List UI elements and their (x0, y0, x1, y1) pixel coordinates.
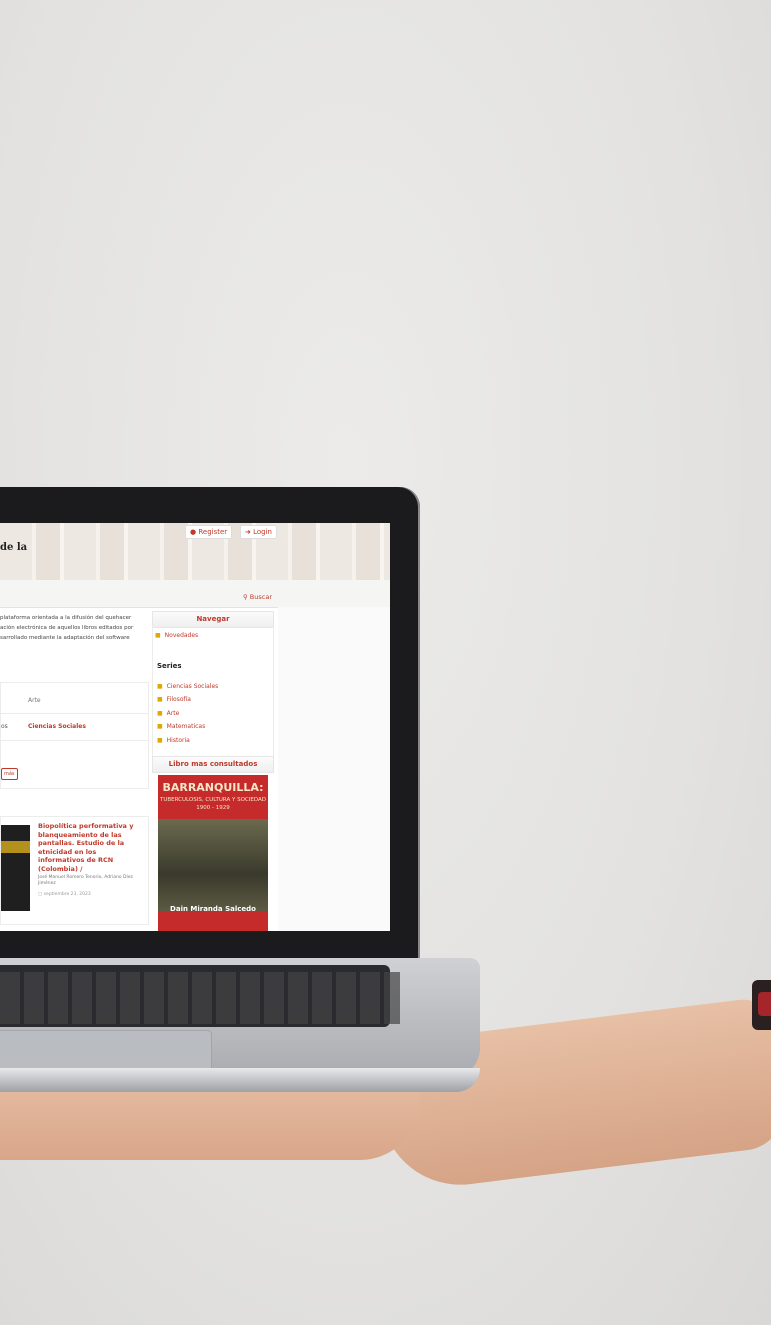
register-label: Register (198, 528, 228, 536)
intro-line: sarrollado mediante la adaptación del so… (0, 635, 130, 641)
search-icon: ⚲ (242, 593, 248, 601)
toolbar (0, 580, 390, 608)
sidebar: Navegar ■ Novedades Series ■ Ciencias Soci… (152, 611, 274, 931)
nav-label: Novedades (164, 632, 199, 639)
popular-book-cover[interactable]: BARRANQUILLA: TUBERCULOSIS, CULTURA Y SO… (158, 775, 268, 931)
series-label: Historia (166, 737, 190, 744)
cover-years: 1900 - 1929 (196, 805, 230, 811)
book-thumbnail[interactable] (1, 825, 30, 911)
register-button[interactable]: ● Register (185, 525, 233, 539)
book-date: ▢ septiembre 23, 2023 (38, 892, 91, 897)
book-card[interactable]: Biopolítica performativa y blanqueamient… (0, 816, 149, 925)
user-icon: ● (190, 528, 197, 536)
popular-heading: Libro mas consultados (152, 756, 274, 773)
book-date-text: septiembre 23, 2023 (43, 892, 91, 897)
series-link-ciencias-sociales[interactable]: Ciencias Sociales (28, 723, 86, 730)
bookmark-icon: ■ (157, 683, 163, 690)
series-column-header: Arte (28, 697, 41, 704)
cover-title: BARRANQUILLA: (162, 781, 264, 794)
bookmark-icon: ■ (157, 737, 163, 744)
bookmark-icon: ■ (155, 632, 161, 639)
book-authors: José Manuel Romero Tenorio, Adriano Díez… (38, 875, 133, 886)
book-title[interactable]: Biopolítica performativa y blanqueamient… (38, 822, 143, 873)
nav-heading: Navegar (152, 611, 274, 628)
nav-novedades[interactable]: ■ Novedades (155, 632, 198, 639)
login-button[interactable]: ➜ Login (240, 525, 277, 539)
intro-text: plataforma orientada a la difusión del q… (0, 613, 148, 643)
keyboard-keys (0, 972, 400, 1024)
intro-line: plataforma orientada a la difusión del q… (0, 615, 132, 621)
login-label: Login (253, 528, 272, 536)
series-item-arte[interactable]: ■ Arte (157, 710, 179, 717)
series-cell: os (1, 723, 8, 730)
cover-illustration (158, 819, 268, 911)
intro-line: ación electrónica de aquellos libros edi… (0, 625, 134, 631)
series-card: Arte os Ciencias Sociales más (0, 682, 149, 789)
login-icon: ➜ (245, 528, 251, 536)
bookmark-icon: ■ (157, 710, 163, 717)
laptop-screen: de la ● Register ➜ Login ⚲ Buscar plataf… (0, 523, 390, 931)
series-item-matematicas[interactable]: ■ Matematicas (157, 723, 205, 730)
cover-author: Dain Miranda Salcedo (170, 905, 256, 913)
bookmark-icon: ■ (157, 696, 163, 703)
calendar-icon: ▢ (38, 892, 43, 897)
bookmark-icon: ■ (157, 723, 163, 730)
laptop-front-edge (0, 1068, 480, 1092)
series-item-filosofia[interactable]: ■ Filosofía (157, 696, 191, 703)
right-blank-area (278, 607, 390, 931)
series-label: Matematicas (166, 723, 206, 730)
card-divider (1, 713, 148, 714)
series-label: Filosofía (166, 696, 191, 703)
card-divider (1, 740, 148, 741)
watch-detail (758, 992, 771, 1016)
series-label: Ciencias Sociales (166, 683, 219, 690)
series-item-historia[interactable]: ■ Historia (157, 737, 190, 744)
site-title: de la (0, 542, 28, 553)
more-button[interactable]: más (1, 768, 18, 780)
series-item-ciencias-sociales[interactable]: ■ Ciencias Sociales (157, 683, 218, 690)
cover-subtitle: TUBERCULOSIS, CULTURA Y SOCIEDAD (159, 797, 266, 803)
search-label: Buscar (249, 593, 272, 601)
series-label: Arte (166, 710, 180, 717)
series-heading: Series (157, 662, 182, 670)
search-link[interactable]: ⚲ Buscar (243, 593, 272, 601)
